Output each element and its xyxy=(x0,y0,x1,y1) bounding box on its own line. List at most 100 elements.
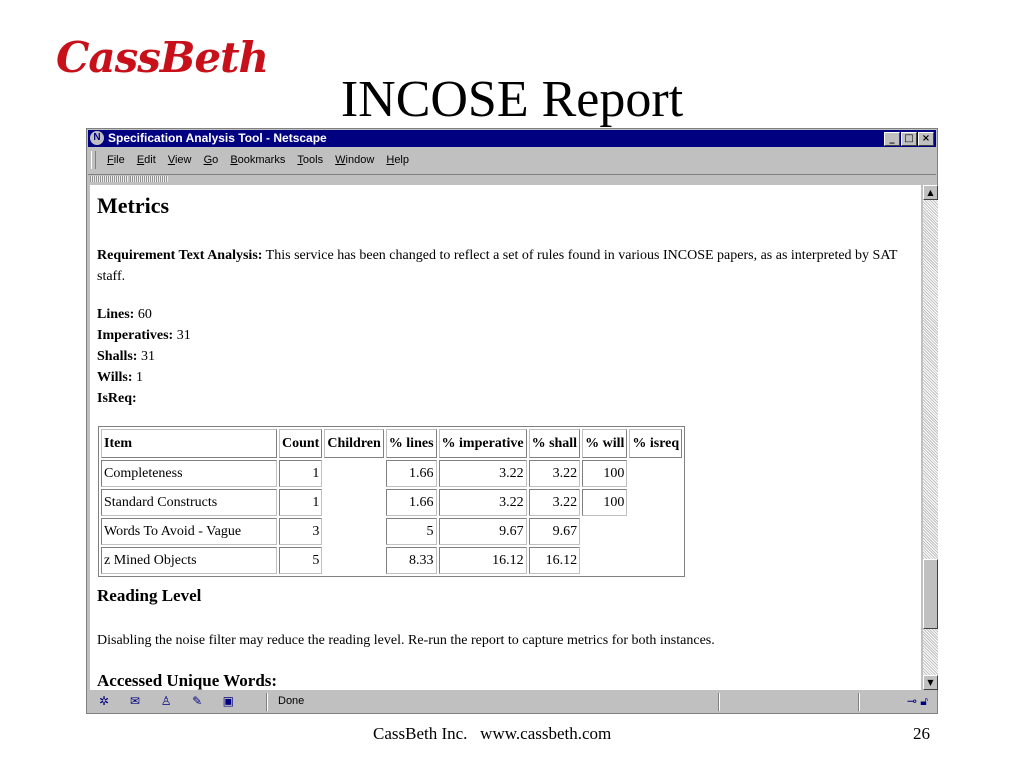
table-cell xyxy=(629,518,682,545)
metrics-table-body: Completeness 1 1.66 3.22 3.22 100 Standard Con… xyxy=(101,460,682,574)
stat-label: Wills: xyxy=(97,370,133,385)
menu-view[interactable]: View xyxy=(168,154,192,166)
metrics-heading: Metrics xyxy=(97,193,170,218)
edit-icon[interactable]: ✎ xyxy=(189,694,205,708)
table-cell xyxy=(629,547,682,574)
col-pct-shall: % shall xyxy=(528,429,581,458)
accessed-unique-words-heading: Accessed Unique Words: xyxy=(97,671,278,690)
scroll-down-button[interactable]: ▼ xyxy=(923,675,938,690)
menu-go[interactable]: Go xyxy=(204,154,219,166)
calendar-icon[interactable]: ▣ xyxy=(220,694,236,708)
stat-label: Shalls: xyxy=(97,349,138,364)
table-cell: 1.66 xyxy=(385,489,437,516)
table-cell: 16.12 xyxy=(438,547,527,574)
reading-level-note: Disabling the noise filter may reduce th… xyxy=(97,633,715,648)
stat-lines: Lines: 60 xyxy=(97,304,191,325)
col-children: Children xyxy=(324,429,384,458)
table-header-row: Item Count Children % lines % imperative… xyxy=(101,429,683,458)
stat-value: 31 xyxy=(173,328,191,343)
rta-label: Requirement Text Analysis: xyxy=(97,248,263,263)
lock-icon[interactable]: 🔓︎ xyxy=(920,694,928,708)
table-cell: 9.67 xyxy=(528,518,581,545)
table-cell xyxy=(324,518,383,545)
col-pct-imperative: % imperative xyxy=(438,429,527,458)
menubar-grip[interactable] xyxy=(91,151,96,169)
status-divider xyxy=(718,693,720,711)
table-cell xyxy=(324,460,383,487)
status-bar: ✲ ✉ ♙ ✎ ▣ Done ⊸ 🔓︎ xyxy=(88,691,936,713)
rta-paragraph: Requirement Text Analysis: This service … xyxy=(97,245,912,287)
status-divider xyxy=(858,693,860,711)
menu-help[interactable]: Help xyxy=(386,154,409,166)
table-cell: 3 xyxy=(279,518,323,545)
close-button[interactable]: × xyxy=(918,132,934,146)
metrics-table: Item Count Children % lines % imperative… xyxy=(98,426,686,577)
scroll-up-button[interactable]: ▲ xyxy=(923,185,938,200)
stat-label: IsReq: xyxy=(97,391,137,406)
page-content: Metrics Requirement Text Analysis: This … xyxy=(90,185,921,690)
table-row: Standard Constructs 1 1.66 3.22 3.22 100 xyxy=(101,489,682,516)
table-cell: 9.67 xyxy=(438,518,527,545)
vertical-scrollbar[interactable]: ▲ ▼ xyxy=(923,185,938,690)
toolbar-tab-1[interactable] xyxy=(90,176,128,182)
menu-bookmarks[interactable]: Bookmarks xyxy=(230,154,285,166)
col-pct-lines: % lines xyxy=(385,429,437,458)
stat-label: Lines: xyxy=(97,307,135,322)
table-cell: 3.22 xyxy=(438,460,527,487)
menu-window[interactable]: Window xyxy=(335,154,374,166)
table-cell xyxy=(629,460,682,487)
maximize-button[interactable]: □ xyxy=(901,132,917,146)
table-cell: 3.22 xyxy=(528,489,581,516)
reading-level-heading: Reading Level xyxy=(97,586,202,605)
navigator-icon[interactable]: ✲ xyxy=(96,694,112,708)
table-cell xyxy=(324,547,383,574)
window-title: Specification Analysis Tool - Netscape xyxy=(108,131,327,145)
browser-window: N Specification Analysis Tool - Netscape… xyxy=(86,128,938,714)
window-titlebar[interactable]: N Specification Analysis Tool - Netscape… xyxy=(88,130,936,147)
table-cell: 8.33 xyxy=(385,547,437,574)
table-cell: 100 xyxy=(582,460,628,487)
composer-icon[interactable]: ♙ xyxy=(158,694,174,708)
col-pct-isreq: % isreq xyxy=(629,429,683,458)
table-cell: z Mined Objects xyxy=(101,547,277,574)
window-controls: _ □ × xyxy=(883,132,934,146)
mail-icon[interactable]: ✉ xyxy=(127,694,143,708)
stat-shalls: Shalls: 31 xyxy=(97,346,191,367)
table-cell xyxy=(582,547,627,574)
table-cell: 100 xyxy=(582,489,628,516)
stat-isreq: IsReq: xyxy=(97,388,191,409)
status-text: Done xyxy=(278,695,305,707)
table-cell: Standard Constructs xyxy=(101,489,277,516)
stat-value: 60 xyxy=(134,307,152,322)
table-row: Completeness 1 1.66 3.22 3.22 100 xyxy=(101,460,682,487)
status-divider xyxy=(266,693,268,711)
stat-value: 31 xyxy=(137,349,155,364)
menu-tools[interactable]: Tools xyxy=(297,154,323,166)
menu-edit[interactable]: Edit xyxy=(137,154,156,166)
table-cell xyxy=(582,518,627,545)
toolbar-tab-2[interactable] xyxy=(130,176,168,182)
table-cell: 1.66 xyxy=(385,460,437,487)
page-number: 26 xyxy=(913,724,930,743)
netscape-icon: N xyxy=(90,131,104,145)
col-item: Item xyxy=(101,429,277,458)
table-cell: Words To Avoid - Vague xyxy=(101,518,277,545)
col-count: Count xyxy=(279,429,323,458)
stat-value: 1 xyxy=(132,370,144,385)
collapsed-toolbars xyxy=(88,174,936,184)
online-icon[interactable]: ⊸ xyxy=(907,694,917,708)
slide-footer: CassBeth Inc. www.cassbeth.com xyxy=(373,724,612,743)
table-cell: 1 xyxy=(279,489,323,516)
stat-imperatives: Imperatives: 31 xyxy=(97,325,191,346)
scroll-thumb[interactable] xyxy=(923,559,938,629)
table-cell xyxy=(324,489,383,516)
table-cell xyxy=(629,489,682,516)
slide-title: INCOSE Report xyxy=(340,71,684,128)
table-row: Words To Avoid - Vague 3 5 9.67 9.67 xyxy=(101,518,682,545)
security-icons: ⊸ 🔓︎ xyxy=(907,694,928,709)
stat-label: Imperatives: xyxy=(97,328,174,343)
table-cell: 3.22 xyxy=(438,489,527,516)
component-bar: ✲ ✉ ♙ ✎ ▣ xyxy=(96,694,248,708)
minimize-button[interactable]: _ xyxy=(884,132,900,146)
menu-file[interactable]: File xyxy=(107,154,125,166)
